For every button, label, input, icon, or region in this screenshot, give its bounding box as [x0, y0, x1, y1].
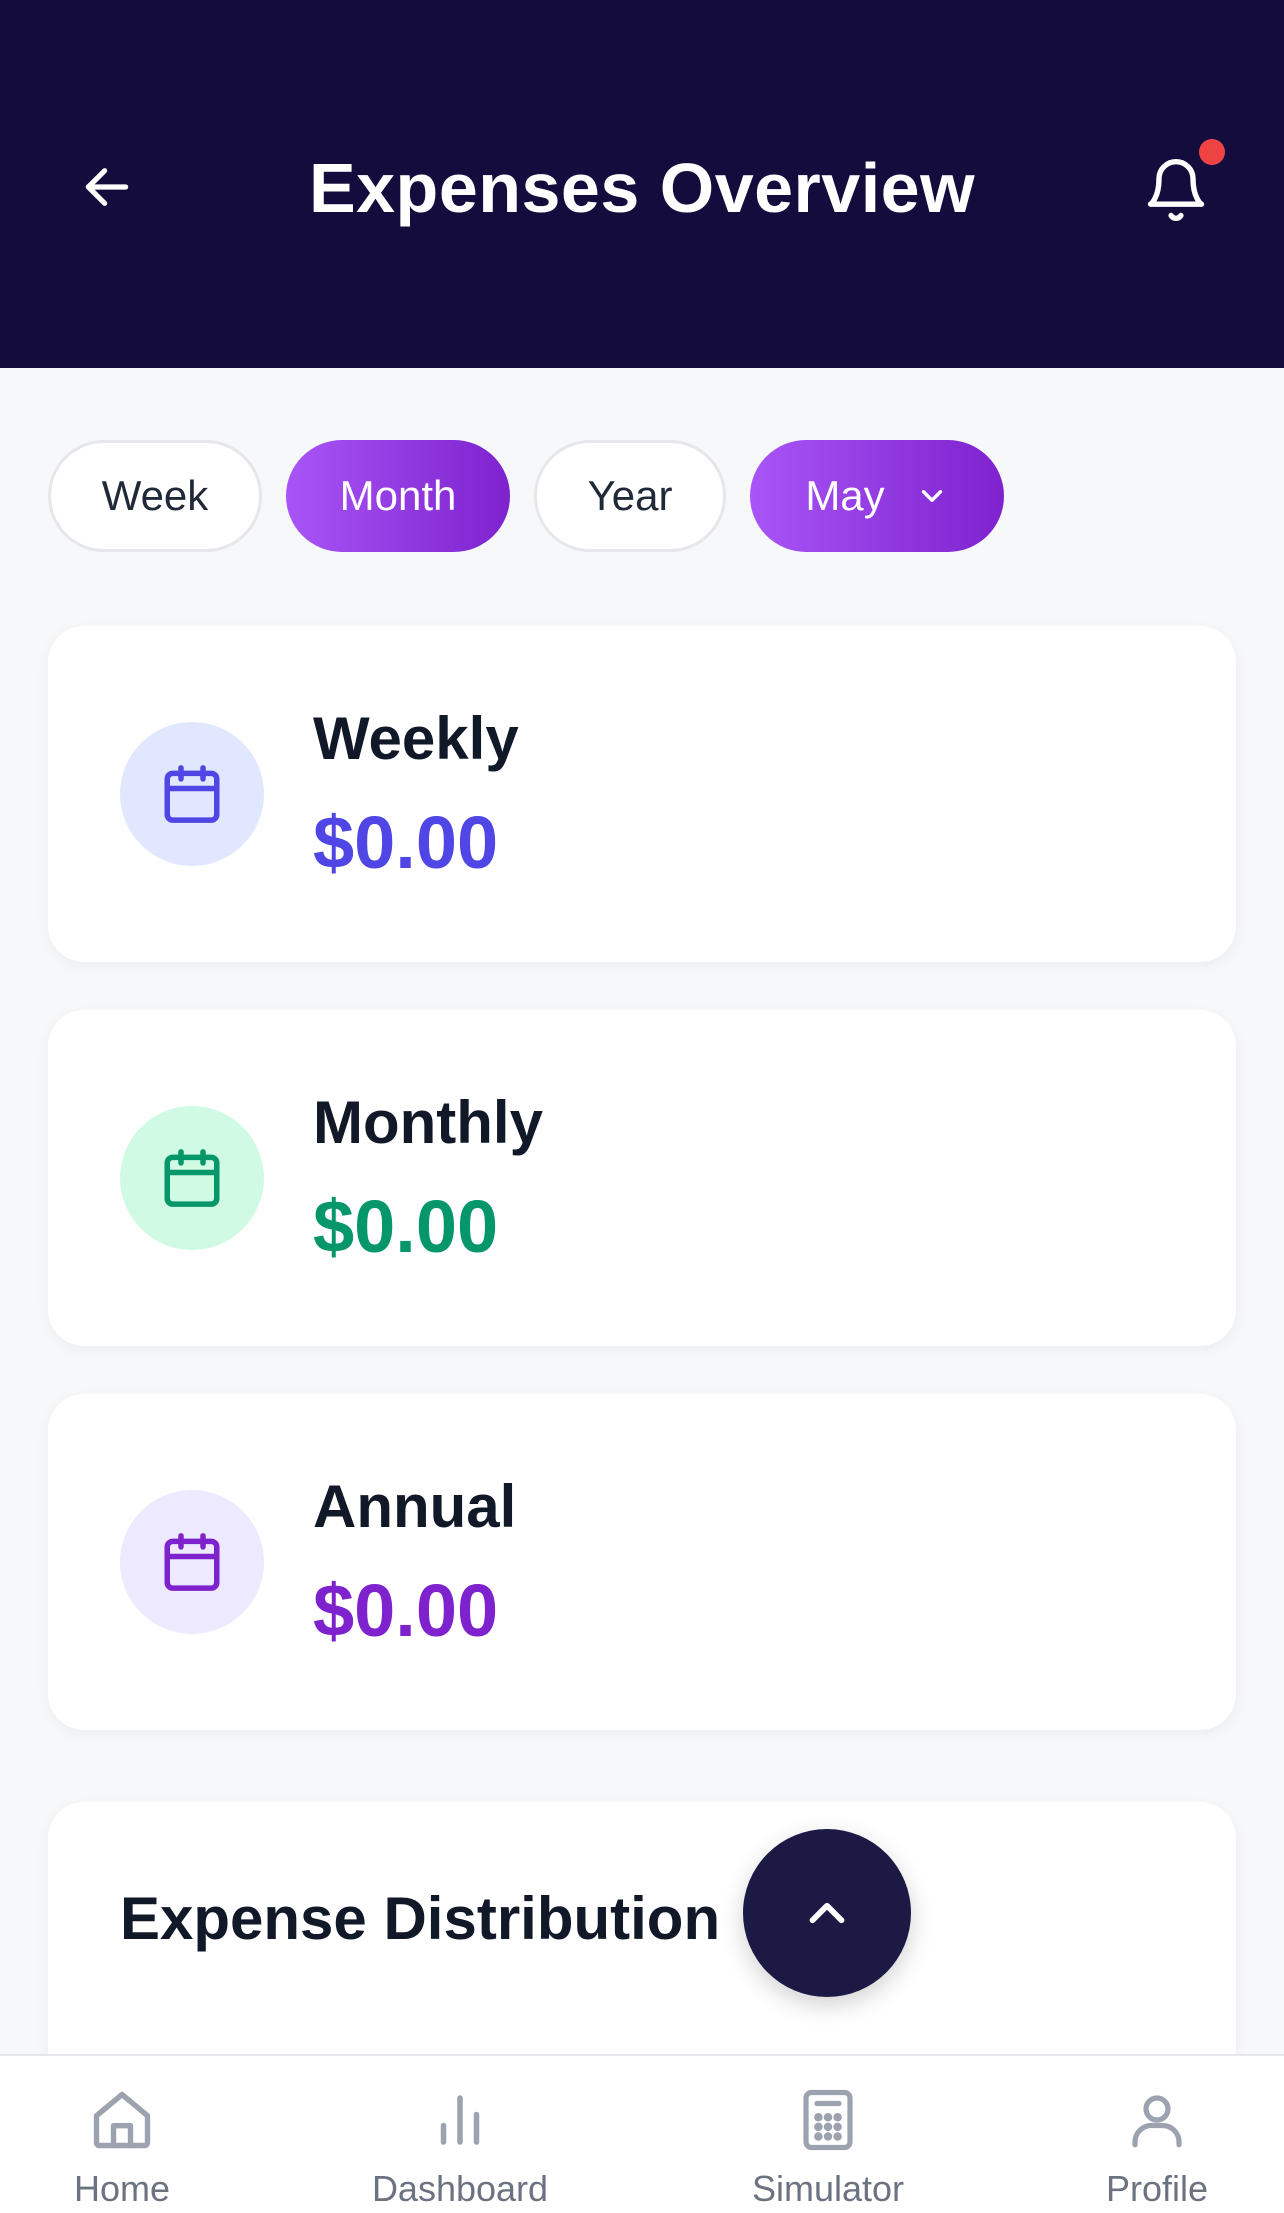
nav-item-profile[interactable]: Profile [1090, 2056, 1224, 2213]
chevron-up-icon [809, 1902, 845, 1924]
chevron-down-icon [921, 490, 942, 502]
scroll-to-top-button[interactable] [743, 1829, 911, 1997]
weekly-label: Weekly [313, 705, 519, 772]
user-icon [1132, 2095, 1182, 2148]
filter-chip-week[interactable]: Week [48, 440, 262, 552]
bar-chart-icon [440, 2095, 480, 2145]
weekly-expense-card[interactable]: Weekly $0.00 [48, 626, 1236, 962]
expenses-overview-screen: Expenses Overview Week Month Year May We… [0, 0, 1284, 2213]
calculator-icon [803, 2089, 853, 2151]
expense-distribution-title: Expense Distribution [120, 1885, 721, 1952]
monthly-icon-badge [120, 1106, 264, 1250]
weekly-icon-badge [120, 722, 264, 866]
filter-chip-month[interactable]: Month [286, 440, 510, 552]
annual-value: $0.00 [313, 1569, 499, 1652]
bottom-navigation: Home Dashboard Simulator Profile [0, 2054, 1284, 2213]
nav-item-home[interactable]: Home [52, 2056, 192, 2213]
nav-label-home: Home [73, 2168, 171, 2209]
notification-badge [1199, 139, 1225, 165]
month-select-value: May [805, 472, 885, 519]
nav-label-profile: Profile [1105, 2168, 1209, 2209]
month-select[interactable]: May [750, 440, 1004, 552]
annual-label: Annual [313, 1473, 517, 1540]
monthly-label: Monthly [313, 1089, 543, 1156]
monthly-expense-card[interactable]: Monthly $0.00 [48, 1010, 1236, 1346]
annual-expense-card[interactable]: Annual $0.00 [48, 1394, 1236, 1730]
filter-chip-label: Week [101, 472, 209, 519]
bell-icon [1147, 158, 1205, 221]
nav-label-dashboard: Dashboard [371, 2168, 549, 2209]
nav-item-simulator[interactable]: Simulator [740, 2056, 916, 2213]
weekly-value: $0.00 [313, 801, 499, 884]
filter-chip-year[interactable]: Year [534, 440, 726, 552]
calendar-icon [164, 1149, 220, 1207]
calendar-icon [164, 765, 220, 823]
filter-chip-label: Year [587, 472, 673, 519]
annual-icon-badge [120, 1490, 264, 1634]
calendar-icon [164, 1533, 220, 1591]
monthly-value: $0.00 [313, 1185, 499, 1268]
period-filter-bar: Week Month Year May [48, 440, 1004, 552]
page-title: Expenses Overview [308, 149, 976, 227]
nav-item-dashboard[interactable]: Dashboard [360, 2056, 560, 2213]
nav-label-simulator: Simulator [751, 2168, 905, 2209]
filter-chip-label: Month [339, 472, 457, 519]
home-icon [93, 2091, 151, 2149]
app-header: Expenses Overview [0, 0, 1284, 368]
